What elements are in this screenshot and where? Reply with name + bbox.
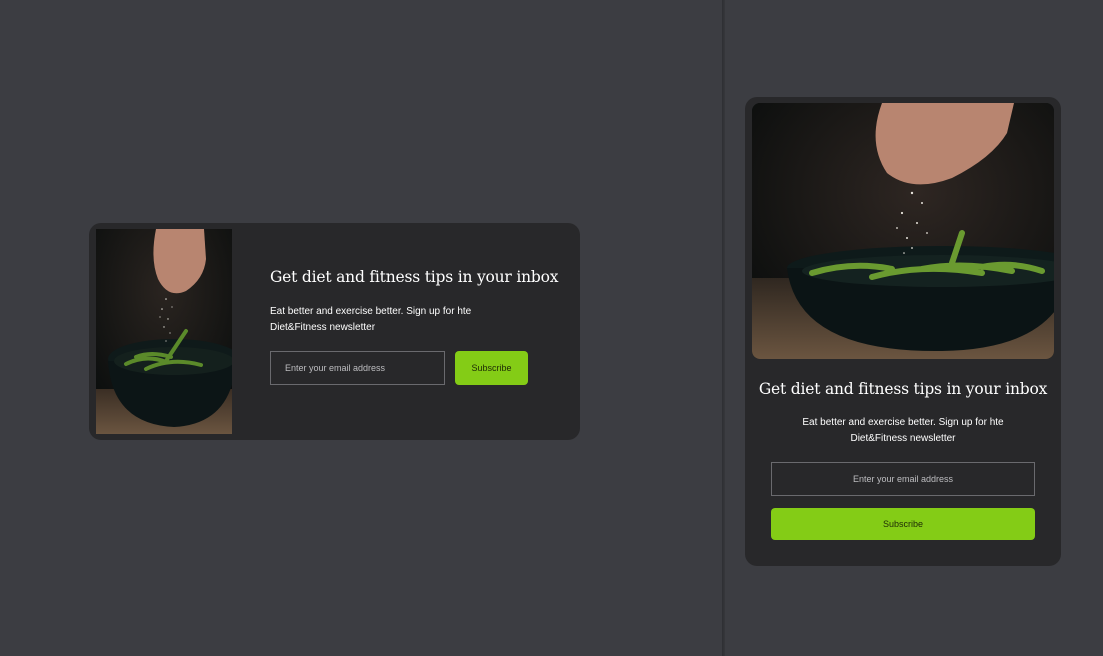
email-input[interactable]: [771, 462, 1035, 496]
newsletter-description: Eat better and exercise better. Sign up …: [270, 306, 472, 333]
newsletter-description: Eat better and exercise better. Sign up …: [802, 417, 1004, 444]
newsletter-card-horizontal: Get diet and fitness tips in your inbox …: [89, 223, 580, 440]
preview-divider: [722, 0, 725, 656]
subscribe-button[interactable]: Subscribe: [455, 351, 528, 385]
subscribe-button[interactable]: Subscribe: [771, 508, 1035, 540]
food-photo: [752, 103, 1054, 359]
email-input[interactable]: [270, 351, 445, 385]
newsletter-title: Get diet and fitness tips in your inbox: [270, 268, 559, 286]
newsletter-title: Get diet and fitness tips in your inbox: [758, 380, 1048, 398]
newsletter-card-vertical: Get diet and fitness tips in your inbox …: [745, 97, 1061, 566]
food-photo: [96, 229, 232, 434]
